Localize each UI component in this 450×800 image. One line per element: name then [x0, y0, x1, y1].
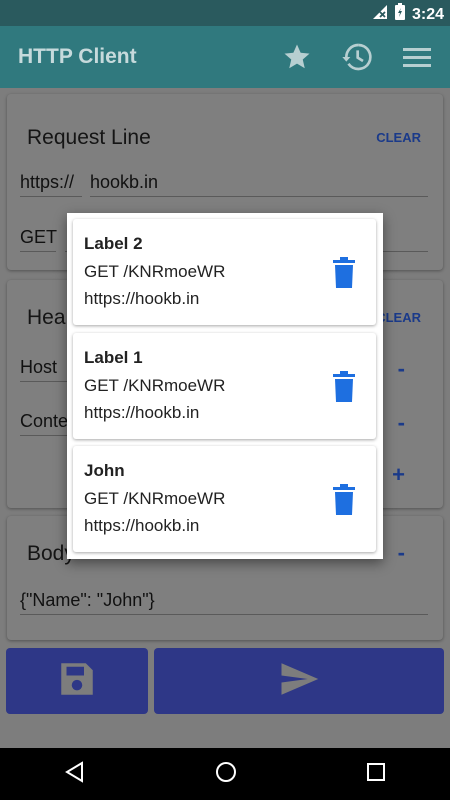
recents-icon[interactable]	[366, 762, 386, 787]
history-item-url: https://hookb.in	[84, 516, 200, 535]
add-header-button[interactable]: +	[392, 462, 405, 488]
delete-icon[interactable]	[332, 371, 356, 403]
navigation-bar	[0, 748, 450, 800]
history-popup: Label 2 GET /KNRmoeWR https://hookb.in L…	[67, 213, 383, 559]
status-icons: 3:24	[372, 3, 444, 26]
history-item-request: GET /KNRmoeWR	[84, 489, 226, 508]
app-bar: HTTP Client	[0, 26, 450, 88]
history-icon[interactable]	[340, 40, 374, 74]
status-bar: 3:24	[0, 0, 450, 26]
save-icon	[56, 658, 98, 705]
no-signal-icon	[372, 4, 388, 25]
method-field[interactable]: GET	[20, 227, 57, 252]
remove-body-button[interactable]: -	[398, 540, 405, 566]
history-item-url: https://hookb.in	[84, 403, 200, 422]
history-item-label: Label 2	[84, 234, 143, 253]
delete-icon[interactable]	[332, 257, 356, 289]
home-icon[interactable]	[215, 761, 237, 788]
remove-header-button[interactable]: -	[398, 356, 405, 382]
request-line-title: Request Line	[27, 126, 151, 149]
scheme-field[interactable]: https://	[20, 172, 82, 197]
star-icon[interactable]	[280, 40, 314, 74]
header-name-field[interactable]: Host	[20, 357, 70, 382]
host-field[interactable]: hookb.in	[90, 172, 428, 197]
appbar-actions	[280, 40, 434, 74]
remove-header-button[interactable]: -	[398, 410, 405, 436]
history-item-label: Label 1	[84, 348, 143, 367]
save-button[interactable]	[6, 648, 148, 714]
history-item-url: https://hookb.in	[84, 289, 200, 308]
send-button[interactable]	[154, 648, 444, 714]
history-item-request: GET /KNRmoeWR	[84, 376, 226, 395]
battery-icon	[394, 3, 406, 26]
history-item[interactable]: Label 2 GET /KNRmoeWR https://hookb.in	[73, 219, 376, 325]
headers-title: Hea	[27, 306, 66, 329]
back-icon[interactable]	[64, 760, 86, 788]
request-line-clear-button[interactable]: CLEAR	[376, 130, 421, 145]
menu-icon[interactable]	[400, 40, 434, 74]
app-title: HTTP Client	[18, 45, 137, 68]
body-field[interactable]: {"Name": "John"}	[20, 590, 428, 615]
header-name-field[interactable]: Conte	[20, 411, 70, 436]
history-item[interactable]: Label 1 GET /KNRmoeWR https://hookb.in	[73, 333, 376, 439]
delete-icon[interactable]	[332, 484, 356, 516]
status-time: 3:24	[411, 5, 444, 23]
send-icon	[274, 658, 324, 705]
history-item-label: John	[84, 461, 125, 480]
history-item[interactable]: John GET /KNRmoeWR https://hookb.in	[73, 446, 376, 552]
history-item-request: GET /KNRmoeWR	[84, 262, 226, 281]
